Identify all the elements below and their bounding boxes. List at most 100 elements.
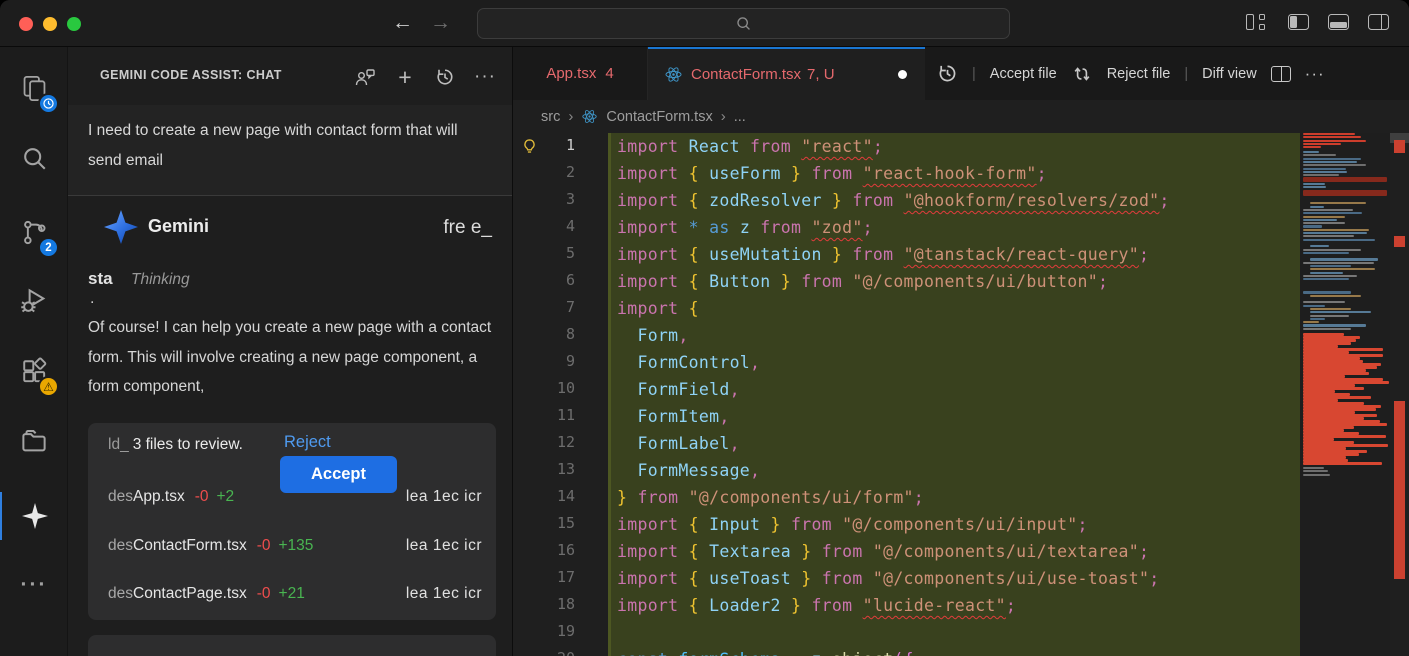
minimap-line: [1303, 324, 1366, 326]
code-line[interactable]: import { Button } from "@/components/ui/…: [611, 268, 1300, 295]
agent-chat-icon[interactable]: [352, 64, 378, 90]
breadcrumb-folder[interactable]: src: [541, 109, 560, 125]
minimap-line: [1310, 202, 1366, 204]
code-line[interactable]: const formSchema = z.object({: [611, 646, 1300, 656]
sidebar-item-folders[interactable]: [0, 417, 68, 465]
tab-label: App.tsx: [546, 65, 596, 82]
error-mark: [1394, 140, 1405, 153]
code-line[interactable]: [611, 619, 1300, 646]
code-line[interactable]: import { useMutation } from "@tanstack/r…: [611, 241, 1300, 268]
nav-back-button[interactable]: ←: [392, 9, 413, 37]
code-line[interactable]: } from "@/components/ui/form";: [611, 484, 1300, 511]
line-number: 9: [513, 349, 608, 376]
minimap-line: [1303, 232, 1367, 234]
line-number: 16: [513, 538, 608, 565]
close-window-button[interactable]: [19, 17, 33, 31]
minimize-window-button[interactable]: [43, 17, 57, 31]
breadcrumb-file[interactable]: ContactForm.tsx: [606, 109, 712, 125]
minimap[interactable]: [1300, 133, 1390, 656]
customize-layout-icon[interactable]: [1246, 14, 1270, 33]
code-line[interactable]: FormMessage,: [611, 457, 1300, 484]
compare-changes-icon[interactable]: [1071, 63, 1093, 85]
code-line[interactable]: FormControl,: [611, 349, 1300, 376]
minimap-line: [1303, 474, 1330, 476]
code-editor[interactable]: 1234567891011121314151617181920 import R…: [513, 133, 1409, 656]
tab-app-tsx[interactable]: App.tsx 4: [513, 47, 648, 100]
sidebar-item-explorer[interactable]: [0, 64, 68, 112]
code-line[interactable]: import * as z from "zod";: [611, 214, 1300, 241]
minimap-line: [1303, 222, 1345, 224]
reject-link[interactable]: Reject: [284, 433, 331, 452]
tab-contactform-tsx[interactable]: ContactForm.tsx 7, U: [648, 47, 925, 100]
minimap-line: [1310, 245, 1329, 247]
new-chat-icon[interactable]: +: [392, 64, 418, 90]
minimap-line: [1303, 321, 1319, 323]
minimap-line: [1303, 183, 1325, 185]
code-line[interactable]: Form,: [611, 322, 1300, 349]
sidebar-item-more[interactable]: ···: [0, 561, 68, 609]
sidebar-item-run-debug[interactable]: [0, 277, 68, 325]
line-number: 3: [513, 187, 608, 214]
file-name: ContactForm.tsx: [133, 537, 247, 555]
debug-icon: [19, 286, 49, 316]
code-line[interactable]: import { zodResolver } from "@hookform/r…: [611, 187, 1300, 214]
code-line[interactable]: import { Textarea } from "@/components/u…: [611, 538, 1300, 565]
lines-added: +2: [217, 488, 235, 506]
ellipsis-icon: ···: [21, 573, 48, 597]
code-line[interactable]: import React from "react";: [611, 133, 1300, 160]
accept-file-button[interactable]: Accept file: [990, 66, 1057, 82]
history-icon[interactable]: [432, 64, 458, 90]
code-line[interactable]: import { useToast } from "@/components/u…: [611, 565, 1300, 592]
sidebar-item-extensions[interactable]: ⚠: [0, 347, 68, 395]
code-line[interactable]: import { Loader2 } from "lucide-react";: [611, 592, 1300, 619]
toggle-primary-sidebar-icon[interactable]: [1288, 14, 1312, 33]
reject-file-button[interactable]: Reject file: [1107, 66, 1171, 82]
minimap-line: [1303, 301, 1345, 303]
minimap-line: [1303, 177, 1387, 182]
gemini-chat-panel: GEMINI CODE ASSIST: CHAT + ··· I need to…: [68, 47, 513, 656]
more-actions-icon[interactable]: ···: [472, 64, 498, 90]
minimap-line: [1303, 212, 1362, 214]
review-file-row[interactable]: desContactPage.tsx-0+21lea 1ec icr: [108, 581, 482, 607]
code-content[interactable]: import React from "react";import { useFo…: [608, 133, 1300, 656]
diff-view-button[interactable]: Diff view: [1202, 66, 1257, 82]
nav-forward-button[interactable]: →: [430, 9, 451, 37]
code-line[interactable]: FormItem,: [611, 403, 1300, 430]
toggle-secondary-sidebar-icon[interactable]: [1368, 14, 1392, 33]
line-number: 2: [513, 160, 608, 187]
next-card-partial: [88, 635, 496, 656]
split-editor-icon[interactable]: [1271, 66, 1291, 82]
code-line[interactable]: FormField,: [611, 376, 1300, 403]
sidebar-item-source-control[interactable]: 2: [0, 208, 68, 256]
code-line[interactable]: FormLabel,: [611, 430, 1300, 457]
minimap-line: [1303, 158, 1361, 160]
more-actions-icon[interactable]: ···: [1305, 64, 1325, 84]
code-line[interactable]: import { useForm } from "react-hook-form…: [611, 160, 1300, 187]
glitch-text: lea 1ec icr: [406, 585, 482, 603]
review-file-row[interactable]: desContactForm.tsx-0+135lea 1ec icr: [108, 533, 482, 559]
code-line[interactable]: import { Input } from "@/components/ui/i…: [611, 511, 1300, 538]
line-number: 8: [513, 322, 608, 349]
line-number: 17: [513, 565, 608, 592]
zoom-window-button[interactable]: [67, 17, 81, 31]
breadcrumb-symbol[interactable]: ...: [734, 109, 746, 125]
minimap-line: [1303, 291, 1351, 293]
history-icon[interactable]: [937, 63, 958, 84]
minimap-line: [1303, 216, 1345, 218]
line-number: 5: [513, 241, 608, 268]
glitch-text: fre e_: [443, 217, 492, 239]
panel-title: GEMINI CODE ASSIST: CHAT: [100, 68, 282, 82]
sidebar-item-search[interactable]: [0, 134, 68, 182]
modified-dot-icon[interactable]: [898, 70, 907, 79]
lightbulb-icon[interactable]: [521, 138, 538, 155]
code-line[interactable]: import {: [611, 295, 1300, 322]
clock-badge-icon: [38, 93, 59, 114]
toolbar-separator: |: [972, 66, 976, 82]
minimap-line: [1303, 186, 1326, 188]
command-search-input[interactable]: [477, 8, 1010, 39]
user-message-block: I need to create a new page with contact…: [68, 105, 512, 196]
sidebar-item-gemini[interactable]: [0, 492, 68, 540]
accept-button[interactable]: Accept: [280, 456, 397, 493]
toggle-panel-icon[interactable]: [1328, 14, 1352, 33]
lines-removed: -0: [195, 488, 209, 506]
